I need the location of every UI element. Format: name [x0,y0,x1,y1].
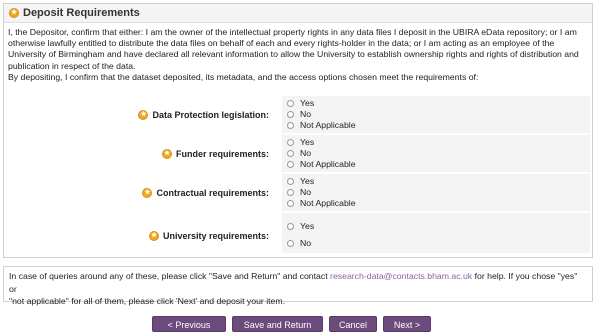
radio-no[interactable]: No [287,109,311,119]
panel-header: ★ Deposit Requirements [4,4,592,23]
info-line: "not applicable" for all of them, please… [9,296,286,306]
intro-line: I, the Depositor, confirm that either: I… [8,27,577,37]
radio-button[interactable] [287,110,294,118]
radio-button[interactable] [287,149,294,157]
radio-not-applicable[interactable]: Not Applicable [287,159,356,169]
cancel-button[interactable]: Cancel [329,316,377,332]
funder-label: ★ Funder requirements: [161,149,269,159]
intro-text: I, the Depositor, confirm that either: I… [4,23,592,83]
radio-no[interactable]: No [287,187,311,197]
radio-button[interactable] [287,239,294,247]
university-label: ★ University requirements: [148,231,269,241]
radio-yes[interactable]: Yes [287,98,314,108]
data-protection-label: ★ Data Protection legislation: [138,110,269,120]
radio-button[interactable] [287,121,294,129]
deposit-requirements-panel: ★ Deposit Requirements I, the Depositor,… [3,3,593,258]
funder-options: Yes No Not Applicable [282,135,590,172]
star-icon: ★ [9,8,19,18]
save-and-return-button[interactable]: Save and Return [232,316,323,332]
info-line: In case of queries around any of these, … [9,271,578,294]
star-icon: ★ [138,110,149,120]
star-icon: ★ [161,149,172,159]
contractual-options: Yes No Not Applicable [282,174,590,211]
radio-no[interactable]: No [287,238,311,248]
radio-button[interactable] [287,160,294,168]
radio-not-applicable[interactable]: Not Applicable [287,198,356,208]
radio-button[interactable] [287,177,294,185]
info-box: In case of queries around any of these, … [3,266,593,306]
next-button[interactable]: Next > [383,316,431,332]
contractual-label: ★ Contractual requirements: [142,188,269,198]
radio-button[interactable] [287,138,294,146]
university-options: Yes No [282,213,590,253]
radio-yes[interactable]: Yes [287,137,314,147]
data-protection-options: Yes No Not Applicable [282,96,590,133]
radio-button[interactable] [287,99,294,107]
star-icon: ★ [142,188,153,198]
intro-line: otherwise lawfully entitled to distribut… [8,38,555,49]
intro-line: publication in respect of the data. [8,60,136,71]
intro-line: University of Birmingham and have declar… [8,49,579,60]
previous-button[interactable]: < Previous [152,316,226,332]
radio-button[interactable] [287,188,294,196]
radio-not-applicable[interactable]: Not Applicable [287,120,356,130]
radio-no[interactable]: No [287,148,311,158]
intro-line: By depositing, I confirm that the datase… [8,71,479,82]
radio-button[interactable] [287,199,294,207]
panel-title: Deposit Requirements [23,7,140,19]
support-email-link[interactable]: research-data@contacts.bham.ac.uk [330,271,472,281]
radio-button[interactable] [287,222,294,230]
radio-yes[interactable]: Yes [287,176,314,186]
radio-yes[interactable]: Yes [287,221,314,231]
button-bar: < Previous Save and Return Cancel Next > [0,316,602,332]
star-icon: ★ [148,231,159,241]
